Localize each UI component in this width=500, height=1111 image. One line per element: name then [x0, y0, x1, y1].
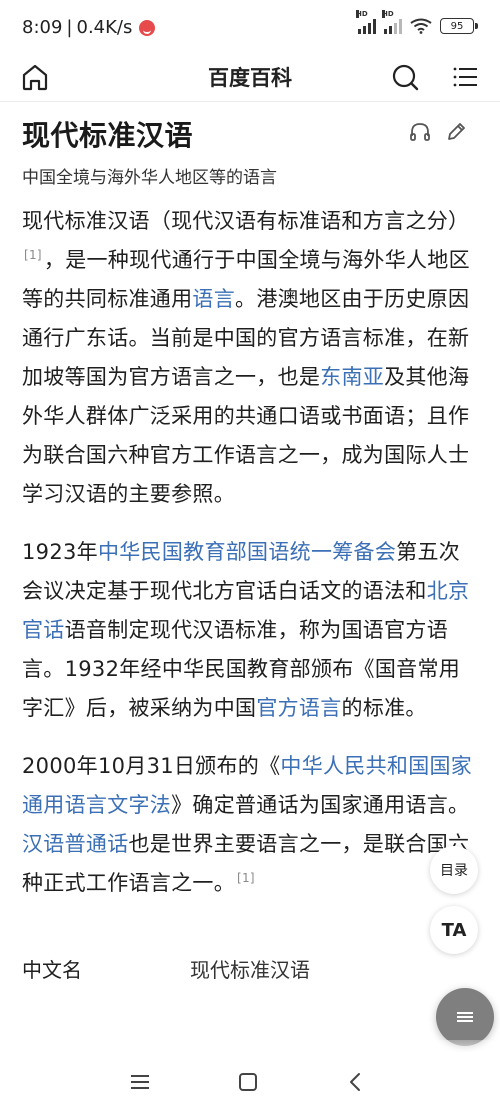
back-chevron-icon	[350, 1073, 360, 1091]
pencil-icon	[448, 123, 465, 140]
network-speed: 0.4K/s	[76, 17, 133, 38]
infobox: 中文名 现代标准汉语	[22, 942, 478, 1002]
home-button[interactable]	[18, 60, 52, 94]
hamburger-icon	[457, 1010, 473, 1024]
signal-hd-label-2: HD	[382, 10, 394, 18]
edit-button[interactable]	[444, 120, 468, 144]
link-dongnanya[interactable]: 东南亚	[320, 365, 384, 389]
app-title: 百度百科	[208, 66, 292, 90]
page-title: 现代标准汉语	[22, 119, 194, 152]
text-span: 现代标准汉语（现代汉语有标准语和方言之分）	[22, 209, 470, 233]
recents-icon	[131, 1075, 149, 1089]
status-left: 8:09 | 0.4K/s	[22, 17, 156, 38]
reference-link[interactable]: [1]	[24, 248, 42, 262]
square-icon	[239, 1073, 257, 1091]
headphones-icon	[410, 123, 430, 141]
paragraph-1: 现代标准汉语（现代汉语有标准语和方言之分）[1]，是一种现代通行于中国全境与海外…	[22, 202, 478, 514]
battery-icon: 95	[440, 18, 478, 34]
text-span: 的标准。	[341, 696, 427, 720]
signal-icon: HD	[356, 10, 376, 34]
link-yuyan[interactable]: 语言	[192, 287, 235, 311]
wifi-icon	[410, 18, 432, 34]
status-time: 8:09	[22, 17, 63, 38]
link-putonghua[interactable]: 汉语普通话	[22, 832, 129, 856]
status-right: HD HD 95	[356, 10, 478, 34]
battery-level: 95	[450, 20, 464, 32]
back-button[interactable]	[342, 1068, 370, 1096]
link-official-language[interactable]: 官方语言	[256, 696, 341, 720]
search-icon	[392, 64, 419, 91]
more-menu-button[interactable]	[436, 988, 494, 1046]
status-bar: 8:09 | 0.4K/s HD HD 95	[0, 0, 500, 56]
signal-hd-label: HD	[356, 10, 368, 18]
link-guoyu-committee[interactable]: 中华民国教育部国语统一筹备会	[98, 540, 396, 564]
search-button[interactable]	[388, 60, 422, 94]
top-app-bar: 百度百科	[0, 56, 500, 102]
listen-button[interactable]	[408, 120, 432, 144]
paragraph-3: 2000年10月31日颁布的《中华人民共和国国家通用语言文字法》确定普通话为国家…	[22, 747, 478, 903]
signal-icon-2: HD	[382, 10, 402, 34]
text-span: 2000年10月31日颁布的《	[22, 754, 281, 778]
system-nav-bar	[0, 1052, 500, 1111]
infobox-label: 中文名	[22, 958, 82, 982]
text-span: 1923年	[22, 540, 98, 564]
ta-label: TA	[441, 919, 467, 941]
infobox-value: 现代标准汉语	[190, 958, 310, 982]
recent-apps-button[interactable]	[126, 1068, 154, 1096]
status-separator: |	[66, 17, 73, 38]
notification-icon	[139, 19, 156, 36]
menu-button[interactable]	[448, 60, 482, 94]
reference-link[interactable]: [1]	[237, 871, 255, 885]
ta-button[interactable]: TA	[430, 906, 478, 954]
home-icon	[22, 64, 48, 91]
article: 现代标准汉语 中国全境与海外华人地区等的语言 现代标准汉语（现代汉语有标准语和方…	[22, 104, 478, 1002]
toc-label: 目录	[440, 863, 468, 879]
system-home-button[interactable]	[234, 1068, 262, 1096]
menu-icon	[453, 67, 477, 87]
text-span: 》确定普通话为国家通用语言。	[171, 793, 470, 817]
page-subtitle: 中国全境与海外华人地区等的语言	[22, 168, 277, 188]
toc-button[interactable]: 目录	[430, 846, 478, 894]
paragraph-2: 1923年中华民国教育部国语统一筹备会第五次会议决定基于现代北方官话白话文的语法…	[22, 533, 478, 728]
article-header: 现代标准汉语	[22, 104, 478, 160]
